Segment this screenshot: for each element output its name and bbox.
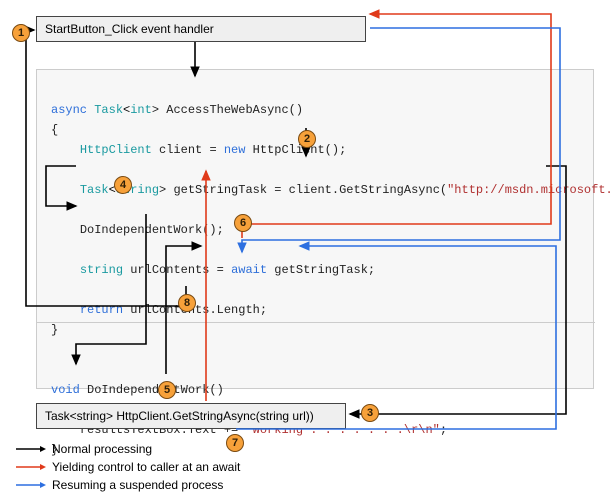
diagram-root: StartButton_Click event handler async Ta… xyxy=(6,6,604,497)
get-string-async-box: Task<string> HttpClient.GetStringAsync(s… xyxy=(36,403,346,429)
code-l7: DoIndependentWork(); xyxy=(80,223,224,237)
arrow-icon xyxy=(16,462,46,472)
divider xyxy=(37,322,595,323)
step-8: 8 xyxy=(178,294,196,312)
gsa-label: Task<string> HttpClient.GetStringAsync(s… xyxy=(45,409,314,423)
step-7: 7 xyxy=(226,434,244,452)
arrow-icon xyxy=(16,480,46,490)
legend-yield: Yielding control to caller at an await xyxy=(16,460,240,474)
handler-label: StartButton_Click event handler xyxy=(45,22,214,36)
step-1: 1 xyxy=(12,24,30,42)
step-3: 3 xyxy=(361,404,379,422)
code-l2: { xyxy=(51,123,58,137)
step-6: 6 xyxy=(234,214,252,232)
step-4: 4 xyxy=(114,176,132,194)
code-l1: async Task<int> AccessTheWebAsync() xyxy=(51,103,303,117)
step-2: 2 xyxy=(298,130,316,148)
legend-resume-label: Resuming a suspended process xyxy=(52,478,223,492)
arrow-icon xyxy=(16,444,46,454)
code-block: async Task<int> AccessTheWebAsync() { Ht… xyxy=(36,69,594,389)
legend-yield-label: Yielding control to caller at an await xyxy=(52,460,240,474)
legend-normal: Normal processing xyxy=(16,442,152,456)
start-button-handler-box: StartButton_Click event handler xyxy=(36,16,366,42)
step-5: 5 xyxy=(158,381,176,399)
code-l12: } xyxy=(51,323,58,337)
legend-normal-label: Normal processing xyxy=(52,442,152,456)
legend-resume: Resuming a suspended process xyxy=(16,478,223,492)
